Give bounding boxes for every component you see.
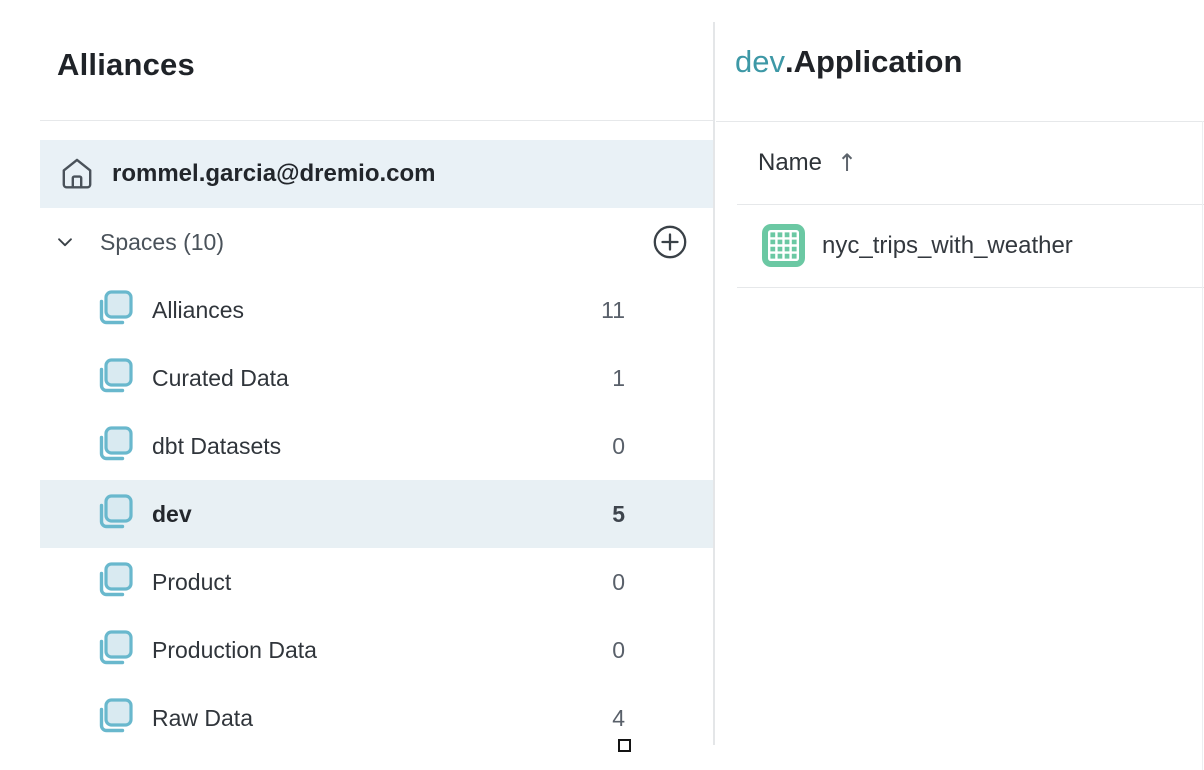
missing-glyph-box (618, 739, 631, 752)
space-stacked-squares-icon (94, 696, 134, 740)
spaces-list: Alliances 11 Curated Data 1 dbt Datasets (40, 276, 713, 752)
space-stacked-squares-icon (94, 560, 134, 604)
space-count: 0 (612, 637, 625, 664)
space-count: 0 (612, 433, 625, 460)
space-count: 5 (612, 501, 625, 528)
dataset-row[interactable]: nyc_trips_with_weather (716, 204, 1204, 287)
space-count: 4 (612, 705, 625, 732)
spaces-section-header[interactable]: Spaces (10) (40, 208, 713, 276)
space-name: Raw Data (152, 705, 253, 732)
dataset-table-icon (761, 223, 806, 268)
add-space-button[interactable] (652, 224, 688, 260)
sidebar-item-dbt-datasets[interactable]: dbt Datasets 0 (40, 412, 713, 480)
space-name: dbt Datasets (152, 433, 281, 460)
home-space-item[interactable]: rommel.garcia@dremio.com (40, 140, 713, 208)
space-name: Product (152, 569, 231, 596)
divider (737, 287, 1204, 288)
sidebar-item-alliances[interactable]: Alliances 11 (40, 276, 713, 344)
breadcrumb-current: Application (794, 44, 963, 79)
dataset-name: nyc_trips_with_weather (822, 232, 1073, 260)
space-name: Production Data (152, 637, 317, 664)
spaces-section-label: Spaces (10) (100, 229, 224, 256)
space-stacked-squares-icon (94, 424, 134, 468)
divider (40, 120, 713, 121)
chevron-down-icon[interactable] (54, 231, 76, 253)
sort-ascending-icon[interactable]: ↑ (837, 149, 857, 177)
panel-divider (713, 22, 715, 745)
space-name: Alliances (152, 297, 244, 324)
dataset-browser-panel: dev.Application Name ↑ nyc_trips (716, 0, 1204, 770)
breadcrumb-space-link[interactable]: dev (735, 44, 785, 79)
breadcrumb: dev.Application (735, 44, 962, 80)
space-name: dev (152, 501, 192, 528)
space-stacked-squares-icon (94, 628, 134, 672)
dremio-catalog-window: Alliances rommel.garcia@dremio.com Space… (0, 0, 1204, 770)
column-header-name[interactable]: Name (758, 149, 822, 177)
sidebar-item-raw-data[interactable]: Raw Data 4 (40, 684, 713, 752)
home-space-label: rommel.garcia@dremio.com (112, 160, 436, 188)
sidebar-item-production-data[interactable]: Production Data 0 (40, 616, 713, 684)
breadcrumb-separator: . (785, 44, 794, 79)
home-icon (59, 156, 95, 192)
table-right-border (1202, 121, 1203, 770)
sidebar-item-dev[interactable]: dev 5 (40, 480, 713, 548)
sidebar-item-product[interactable]: Product 0 (40, 548, 713, 616)
page-title: Alliances (57, 47, 195, 83)
table-header-row: Name ↑ (716, 121, 1204, 204)
space-stacked-squares-icon (94, 356, 134, 400)
space-count: 11 (601, 297, 625, 324)
space-name: Curated Data (152, 365, 289, 392)
spaces-sidebar: Alliances rommel.garcia@dremio.com Space… (0, 0, 713, 770)
sidebar-item-curated-data[interactable]: Curated Data 1 (40, 344, 713, 412)
space-stacked-squares-icon (94, 288, 134, 332)
space-count: 0 (612, 569, 625, 596)
space-count: 1 (612, 365, 625, 392)
space-stacked-squares-icon (94, 492, 134, 536)
